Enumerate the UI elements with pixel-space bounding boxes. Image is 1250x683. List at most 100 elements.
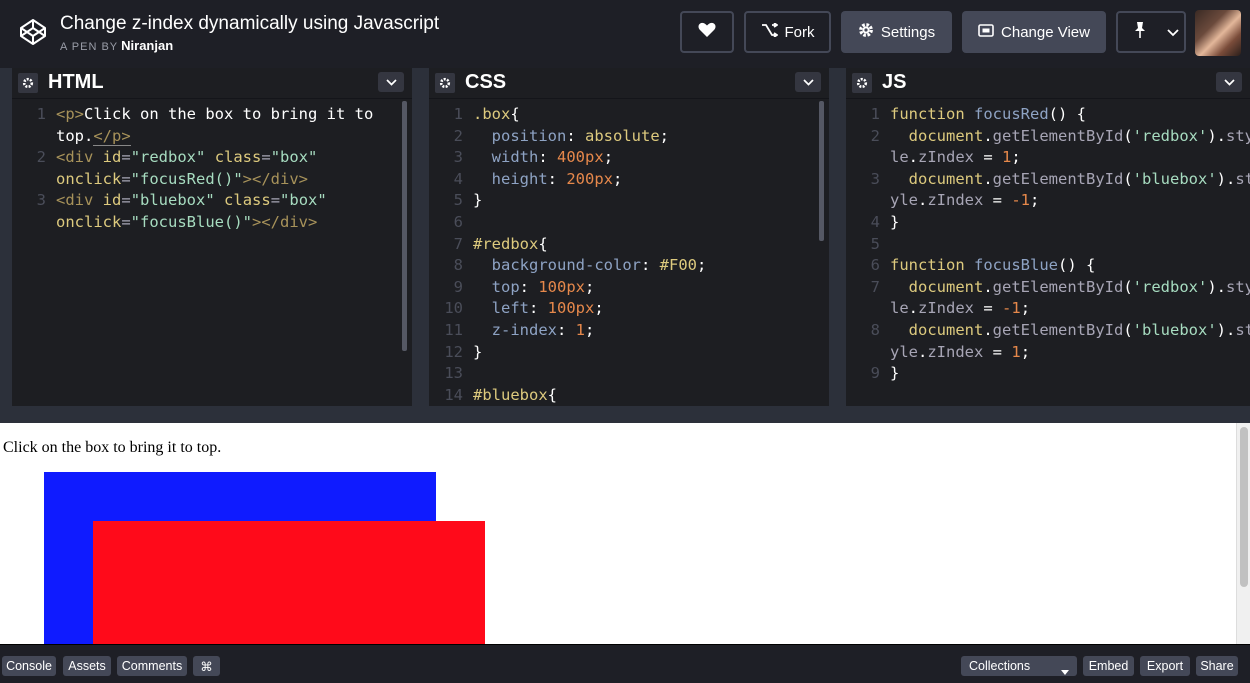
pen-title[interactable]: Change z-index dynamically using Javascr… [60, 12, 439, 36]
editor-resize-handle[interactable] [412, 68, 429, 406]
code-line: onclick="focusBlue()"></div> [56, 213, 318, 231]
export-button[interactable]: Export [1140, 656, 1190, 676]
pin-button[interactable] [1116, 11, 1164, 53]
chevron-down-icon [1167, 24, 1179, 41]
js-panel-title: JS [882, 71, 907, 93]
code-line: } [473, 191, 483, 210]
code-line: document.getElementById('redbox').sty [908, 126, 1250, 145]
heart-icon [698, 22, 716, 42]
html-scrollbar[interactable] [402, 101, 407, 351]
line-number: 4 [870, 213, 880, 231]
pin-dropdown-button[interactable] [1162, 11, 1186, 53]
codepen-logo-icon[interactable] [16, 15, 50, 49]
code-line: width: 400px; [491, 148, 614, 167]
code-line: #bluebox{ [473, 385, 557, 404]
html-panel-chevron-down-icon[interactable] [378, 72, 404, 92]
js-code[interactable]: 1 2 3 4 5 6 7 8 9 function focusRed() { … [846, 102, 1250, 406]
code-line: document.getElementById('bluebox').st [908, 321, 1250, 339]
share-button[interactable]: Share [1196, 656, 1238, 676]
js-panel-header: JS [846, 68, 1250, 99]
red-box[interactable] [93, 521, 485, 644]
change-view-button[interactable]: Change View [962, 11, 1106, 53]
code-line: } [890, 213, 900, 231]
line-number: 9 [870, 364, 880, 383]
code-line: #redbox{ [473, 234, 548, 253]
css-editor-panel: CSS 1 2 3 4 5 6 7 8 9 10 11 12 13 14 .bo… [429, 68, 829, 406]
code-line: } [890, 364, 900, 383]
css-settings-gear-icon[interactable] [435, 73, 455, 93]
assets-button[interactable]: Assets [63, 656, 111, 676]
preview-resize-handle[interactable] [0, 406, 1250, 423]
pin-icon [1132, 21, 1148, 43]
line-number: 3 [36, 191, 46, 209]
fork-icon [761, 22, 779, 41]
pen-byline: A PEN BY Niranjan [60, 38, 439, 53]
line-number: 9 [453, 277, 463, 296]
comments-button[interactable]: Comments [117, 656, 187, 676]
code-line: document.getElementById('redbox').sty [908, 277, 1250, 296]
css-code[interactable]: 1 2 3 4 5 6 7 8 9 10 11 12 13 14 .box{ p… [429, 102, 829, 406]
css-panel-chevron-down-icon[interactable] [795, 72, 821, 92]
js-panel-chevron-down-icon[interactable] [1216, 72, 1242, 92]
line-number: 3 [453, 148, 463, 167]
line-number: 6 [453, 213, 463, 231]
code-line: onclick="focusRed()"></div> [56, 169, 308, 188]
line-number: 2 [870, 126, 880, 145]
author-link[interactable]: Niranjan [121, 38, 173, 53]
editors-area: HTML 1 2 3 <p>Click on the box to bring … [0, 64, 1250, 406]
code-line: function focusBlue() { [890, 256, 1096, 275]
code-line: document.getElementById('bluebox').st [908, 169, 1250, 188]
html-panel-header: HTML [12, 68, 412, 99]
preview-scrollbar-thumb[interactable] [1240, 427, 1248, 587]
settings-label: Settings [880, 23, 936, 41]
line-number: 11 [444, 321, 463, 339]
line-number: 12 [444, 342, 463, 361]
gear-icon [858, 22, 874, 42]
css-scrollbar[interactable] [819, 101, 824, 241]
code-line: <div id="bluebox" class="box" [56, 191, 327, 210]
user-avatar[interactable] [1195, 10, 1241, 56]
code-line: function focusRed() { [890, 105, 1086, 123]
js-editor-panel: JS 1 2 3 4 5 6 7 8 9 function focusRed()… [846, 68, 1250, 406]
like-button[interactable] [680, 11, 734, 53]
code-line: left: 100px; [491, 299, 604, 318]
code-line: z-index: 1; [491, 321, 595, 339]
fork-button[interactable]: Fork [744, 11, 831, 53]
code-line: <p>Click on the box to bring it to [56, 105, 374, 123]
html-settings-gear-icon[interactable] [18, 73, 38, 93]
html-editor-panel: HTML 1 2 3 <p>Click on the box to bring … [12, 68, 412, 406]
line-number: 5 [870, 234, 880, 253]
code-line: le.zIndex = 1; [890, 148, 1021, 167]
js-settings-gear-icon[interactable] [852, 73, 872, 93]
line-number: 8 [453, 256, 463, 275]
keyboard-shortcuts-button[interactable]: ⌘ [193, 656, 220, 676]
line-number: 1 [870, 105, 880, 123]
css-panel-header: CSS [429, 68, 829, 99]
byline-prefix: A PEN BY [60, 40, 119, 53]
embed-button[interactable]: Embed [1083, 656, 1134, 676]
collections-label: Collections [969, 659, 1031, 673]
editor-resize-handle[interactable] [829, 68, 846, 406]
html-code[interactable]: 1 2 3 <p>Click on the box to bring it to… [12, 102, 412, 406]
code-line: .box{ [473, 105, 520, 123]
code-line: background-color: #F00; [491, 256, 707, 275]
line-number: 7 [453, 234, 463, 253]
line-number: 10 [444, 299, 463, 318]
line-number: 5 [453, 191, 463, 210]
code-line: yle.zIndex = -1; [890, 191, 1040, 210]
code-line: top: 100px; [491, 277, 595, 296]
pen-title-box: Change z-index dynamically using Javascr… [60, 12, 439, 53]
line-number: 13 [444, 364, 463, 383]
code-line: position: absolute; [491, 126, 669, 145]
code-line: height: 200px; [491, 169, 623, 188]
preview-scrollbar[interactable] [1236, 423, 1250, 644]
settings-button[interactable]: Settings [841, 11, 952, 53]
console-button[interactable]: Console [2, 656, 56, 676]
code-line: <div id="redbox" class="box" [56, 148, 318, 167]
footer-bar: Console Assets Comments ⌘ Collections Em… [0, 644, 1250, 683]
line-number: 7 [870, 277, 880, 296]
preview-text: Click on the box to bring it to top. [3, 439, 222, 456]
line-number: 2 [453, 126, 463, 145]
collections-button[interactable]: Collections [961, 656, 1077, 676]
code-line: yle.zIndex = 1; [890, 342, 1031, 361]
